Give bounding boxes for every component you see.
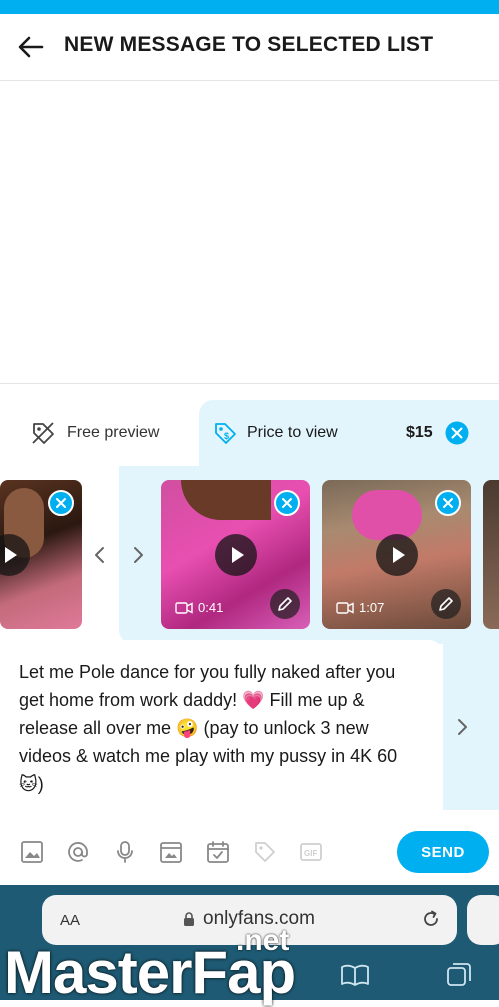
message-text[interactable]: Let me Pole dance for you fully naked af… bbox=[19, 658, 424, 798]
svg-text:$: $ bbox=[224, 431, 229, 441]
media-thumbnail[interactable]: 0:41 bbox=[161, 480, 310, 629]
lock-icon bbox=[184, 912, 194, 926]
tab-price-to-view[interactable]: $ Price to view $15 bbox=[199, 400, 499, 466]
price-tag-disabled-icon bbox=[255, 842, 275, 862]
price-tag-icon: $ bbox=[215, 423, 236, 444]
thumbnail-image bbox=[352, 490, 422, 540]
video-duration: 0:41 bbox=[175, 600, 223, 615]
chevron-left-icon[interactable] bbox=[90, 545, 110, 565]
remove-media-icon[interactable] bbox=[274, 490, 300, 516]
divider bbox=[0, 383, 499, 384]
send-button[interactable]: SEND bbox=[397, 831, 489, 873]
svg-text:GIF: GIF bbox=[304, 849, 317, 858]
mention-icon[interactable] bbox=[66, 840, 90, 864]
media-thumbnail[interactable] bbox=[0, 480, 82, 629]
play-icon[interactable] bbox=[0, 534, 30, 576]
play-icon[interactable] bbox=[376, 534, 418, 576]
tab-free-preview-label: Free preview bbox=[67, 424, 160, 441]
microphone-icon[interactable] bbox=[113, 840, 137, 864]
watermark-suffix: .net bbox=[236, 924, 290, 957]
video-camera-icon bbox=[175, 601, 193, 614]
video-camera-icon bbox=[336, 601, 354, 614]
duration-text: 0:41 bbox=[198, 600, 224, 615]
price-tabs: Free preview $ Price to view $15 bbox=[0, 400, 499, 466]
bookmarks-icon[interactable] bbox=[340, 963, 370, 987]
price-value[interactable]: $15 bbox=[406, 424, 433, 442]
image-icon[interactable] bbox=[20, 840, 44, 864]
tag-off-icon bbox=[32, 422, 54, 444]
tab-price-to-view-label: Price to view bbox=[247, 424, 338, 441]
chevron-right-icon[interactable] bbox=[452, 717, 472, 737]
back-arrow-icon[interactable] bbox=[16, 34, 46, 60]
schedule-icon[interactable] bbox=[206, 840, 230, 864]
page-title: NEW MESSAGE TO SELECTED LIST bbox=[64, 33, 434, 56]
header: NEW MESSAGE TO SELECTED LIST bbox=[0, 14, 499, 81]
thumbnail-image bbox=[181, 480, 271, 520]
clear-price-icon[interactable] bbox=[445, 421, 469, 445]
remove-media-icon[interactable] bbox=[435, 490, 461, 516]
status-bar bbox=[0, 0, 499, 14]
media-thumbnail[interactable] bbox=[483, 480, 499, 629]
video-duration: 1:07 bbox=[336, 600, 384, 615]
tabs-icon[interactable] bbox=[446, 962, 472, 988]
reload-icon[interactable] bbox=[421, 909, 441, 929]
text-size-button[interactable]: AA bbox=[60, 912, 80, 929]
chevron-right-icon[interactable] bbox=[128, 545, 148, 565]
remove-media-icon[interactable] bbox=[48, 490, 74, 516]
play-icon[interactable] bbox=[215, 534, 257, 576]
tab-free-preview[interactable]: Free preview bbox=[0, 400, 199, 466]
duration-text: 1:07 bbox=[359, 600, 385, 615]
gif-disabled-icon: GIF bbox=[300, 843, 322, 861]
vault-icon[interactable] bbox=[159, 840, 183, 864]
edit-media-icon[interactable] bbox=[431, 589, 461, 619]
media-thumbnail[interactable]: 1:07 bbox=[322, 480, 471, 629]
edit-media-icon[interactable] bbox=[270, 589, 300, 619]
next-tab-preview[interactable] bbox=[467, 895, 499, 945]
